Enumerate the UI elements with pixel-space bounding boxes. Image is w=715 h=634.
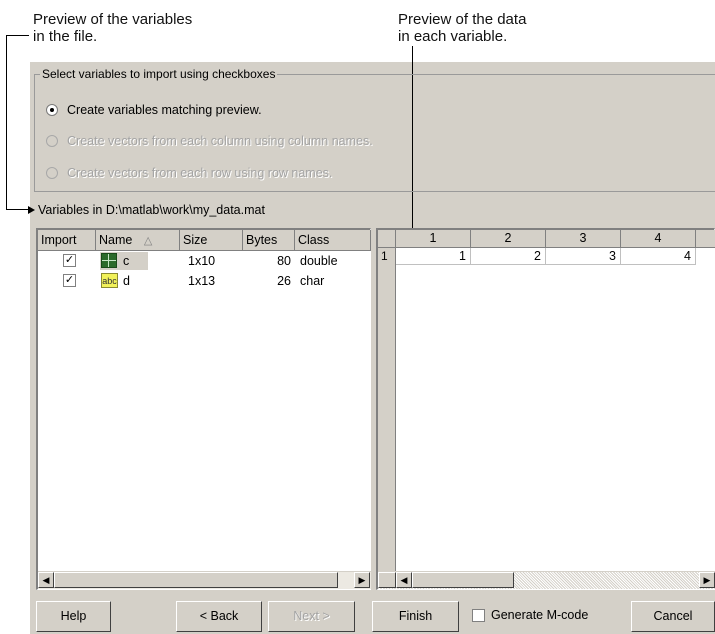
variable-bytes: 80 [277, 254, 291, 268]
callout-line-left-arrow [6, 209, 30, 210]
table-row[interactable]: ✓ c 1x10 80 double [38, 251, 371, 271]
radio-row-vectors-label: Create vectors from each row using row n… [67, 166, 333, 180]
grid-row-header-strip [378, 265, 396, 571]
grid-row-header-1: 1 [378, 248, 396, 265]
radio-disabled-icon [46, 135, 58, 147]
cancel-button[interactable]: Cancel [631, 601, 715, 632]
grid-col-header-2[interactable]: 2 [471, 230, 546, 248]
grid-col-header-1[interactable]: 1 [396, 230, 471, 248]
callout-line-left-h [6, 35, 29, 36]
import-checkbox-c[interactable]: ✓ [63, 254, 76, 267]
annotation-data: Preview of the data in each variable. [398, 11, 526, 45]
arrow-right-icon [28, 206, 35, 214]
column-header-import[interactable]: Import [38, 230, 96, 251]
variables-file-label: Variables in D:\matlab\work\my_data.mat [38, 203, 265, 217]
annotation-variables-line1: Preview of the variables [33, 11, 193, 28]
import-checkbox-d[interactable]: ✓ [63, 274, 76, 287]
grid-corner [378, 230, 396, 248]
scroll-corner [378, 572, 396, 588]
grid-col-header-3[interactable]: 3 [546, 230, 621, 248]
variable-size: 1x10 [188, 254, 216, 268]
variables-hscrollbar[interactable]: ◀ ▶ [38, 571, 371, 589]
radio-row-vectors[interactable]: Create vectors from each row using row n… [46, 166, 332, 180]
scroll-thumb[interactable] [54, 572, 338, 588]
scroll-left-icon[interactable]: ◀ [38, 572, 54, 588]
radio-disabled-icon [46, 167, 58, 179]
variable-class: char [300, 274, 325, 288]
variable-class: double [300, 254, 338, 268]
scroll-thumb[interactable] [412, 572, 514, 588]
checkmark-icon: ✓ [64, 254, 75, 266]
grid-cell[interactable]: 4 [621, 248, 696, 265]
callout-line-left-v [6, 35, 7, 209]
next-button[interactable]: Next > [268, 601, 355, 632]
generate-mcode-toggle[interactable]: Generate M-code [472, 608, 588, 622]
annotation-data-line1: Preview of the data [398, 11, 527, 28]
radio-create-variables-label: Create variables matching preview. [67, 103, 262, 117]
variable-bytes: 26 [277, 274, 291, 288]
radio-column-vectors-label: Create vectors from each column using co… [67, 134, 373, 148]
generate-mcode-label: Generate M-code [491, 608, 589, 622]
help-button[interactable]: Help [36, 601, 111, 632]
variables-table[interactable]: Import Name △ Size Bytes Class ✓ c 1x10 … [36, 228, 371, 590]
column-header-size[interactable]: Size [180, 230, 243, 251]
annotation-variables-line2: in the file. [33, 28, 98, 45]
radio-selected-icon [46, 104, 58, 116]
column-header-class[interactable]: Class [295, 230, 371, 251]
generate-mcode-checkbox[interactable] [472, 608, 485, 622]
finish-button[interactable]: Finish [372, 601, 459, 632]
string-icon: abc [101, 273, 118, 288]
column-header-name-label: Name [99, 233, 133, 247]
variable-name: c [123, 254, 130, 268]
column-header-name[interactable]: Name △ [96, 230, 180, 251]
scroll-left-icon[interactable]: ◀ [396, 572, 412, 588]
back-button[interactable]: < Back [176, 601, 262, 632]
grid-col-header-4[interactable]: 4 [621, 230, 696, 248]
options-group-title: Select variables to import using checkbo… [40, 67, 278, 81]
data-preview-grid[interactable]: 1 2 3 4 1 1 2 3 4 ◀ ▶ [376, 228, 715, 590]
radio-column-vectors[interactable]: Create vectors from each column using co… [46, 134, 373, 148]
table-row[interactable]: ✓ abc d 1x13 26 char [38, 271, 371, 291]
annotation-variables: Preview of the variables in the file. [33, 11, 192, 45]
matrix-icon [101, 253, 117, 268]
column-header-bytes[interactable]: Bytes [243, 230, 295, 251]
data-hscrollbar[interactable]: ◀ ▶ [378, 571, 715, 589]
grid-col-header-5[interactable] [696, 230, 715, 248]
sort-ascending-icon: △ [143, 235, 153, 247]
variable-name: d [123, 274, 130, 288]
variable-size: 1x13 [188, 274, 216, 288]
checkmark-icon: ✓ [64, 274, 75, 286]
grid-cell[interactable]: 2 [471, 248, 546, 265]
radio-create-variables[interactable]: Create variables matching preview. [46, 103, 262, 117]
scroll-right-icon[interactable]: ▶ [699, 572, 715, 588]
annotation-data-line2: in each variable. [398, 28, 508, 45]
grid-cell[interactable]: 3 [546, 248, 621, 265]
scroll-right-icon[interactable]: ▶ [354, 572, 370, 588]
grid-cell[interactable]: 1 [396, 248, 471, 265]
